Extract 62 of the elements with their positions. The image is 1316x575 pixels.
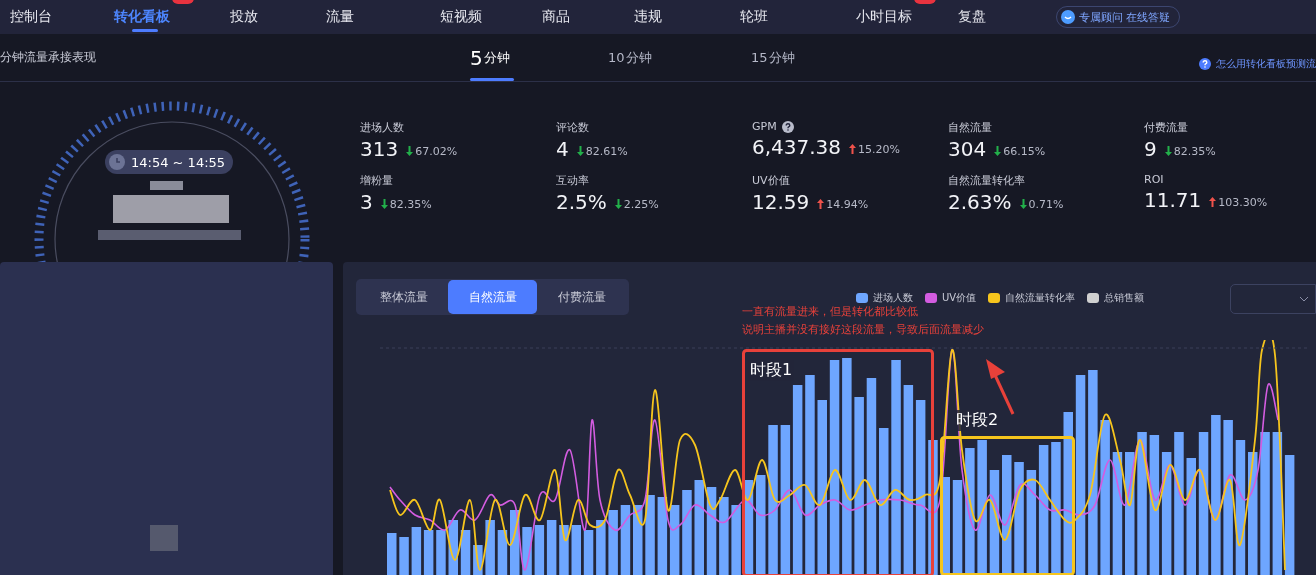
help-icon[interactable] (781, 120, 794, 133)
metric-change: 82.61% (576, 144, 628, 158)
annotation-text: 一直有流量进来，但是转化都比较低 (742, 304, 919, 319)
metric-value: 304 (948, 137, 987, 161)
metric-change: 82.35% (380, 197, 432, 211)
metric-label: 进场人数 (360, 120, 404, 135)
interval-tab[interactable]: 10分钟 (608, 34, 751, 81)
legend-label[interactable]: 总销售额 (1104, 291, 1145, 305)
nav-tab[interactable]: 投放 (230, 8, 258, 26)
metric-label: 互动率 (556, 173, 589, 188)
metric-change: 103.30% (1209, 195, 1268, 209)
legend-label[interactable]: 自然流量转化率 (1005, 291, 1076, 305)
legend-label[interactable]: 进场人数 (873, 291, 913, 305)
clock-icon (109, 154, 125, 170)
nav-tab[interactable]: 违规 (634, 8, 662, 26)
metric-change: 0.71% (1019, 197, 1064, 211)
metric-value: 3 (360, 190, 373, 214)
metric-value: 4 (556, 137, 569, 161)
metric-change: 82.35% (1164, 144, 1216, 158)
interval-tab[interactable]: 15分钟 (751, 34, 894, 81)
metric-label: 自然流量转化率 (948, 173, 1025, 188)
help-icon (1199, 58, 1211, 70)
metric-change: 2.25% (614, 197, 659, 211)
traffic-tab[interactable]: 付费流量 (537, 280, 626, 314)
metric-change: 67.02% (406, 144, 458, 158)
metric-change: 66.15% (994, 144, 1046, 158)
nav-tab[interactable]: 流量 (326, 8, 354, 26)
metric-value: 11.71 (1144, 188, 1202, 212)
metric-value: 12.59 (752, 190, 810, 214)
chat-bubble-icon (1061, 10, 1075, 24)
metric-label: 自然流量 (948, 120, 992, 135)
metric-value: 313 (360, 137, 399, 161)
metric-label: UV价值 (752, 173, 790, 188)
active-tab-indicator (132, 29, 158, 32)
legend-label[interactable]: UV价值 (942, 291, 977, 305)
traffic-tab[interactable]: 整体流量 (359, 280, 448, 314)
help-link[interactable]: 怎么用转化看板预测流 (1199, 57, 1316, 71)
metric-label: GPM (752, 120, 777, 133)
metric-label: 付费流量 (1144, 120, 1188, 135)
nav-tab[interactable]: 转化看板 (114, 8, 170, 26)
nav-tab[interactable]: 小时目标 (856, 8, 912, 26)
nav-tab[interactable]: 轮班 (740, 8, 768, 26)
metric-change: 14.94% (817, 197, 869, 211)
nav-tab[interactable]: 控制台 (10, 8, 52, 26)
metric-value: 6,437.38 (752, 135, 842, 159)
annotation-text: 说明主播并没有接好这段流量，导致后面流量减少 (742, 322, 984, 337)
metric-label: ROI (1144, 173, 1164, 186)
section-title: 分钟流量承接表现 (0, 49, 97, 66)
metric-value: 9 (1144, 137, 1157, 161)
time-range-pill: 14:54 ~ 14:55 (105, 150, 234, 174)
nav-tab[interactable]: 商品 (542, 8, 570, 26)
nav-tab[interactable]: 短视频 (440, 8, 482, 26)
metric-label: 增粉量 (360, 173, 393, 188)
blurred-thumbnail (150, 525, 178, 551)
blurred-label (150, 181, 183, 190)
metric-value: 2.5% (556, 190, 607, 214)
metric-change: 15.20% (849, 142, 900, 156)
traffic-tab[interactable]: 自然流量 (448, 280, 537, 314)
nav-tab[interactable]: 复盘 (958, 8, 986, 26)
metric-value: 2.63% (948, 190, 1012, 214)
chevron-down-icon (1299, 296, 1309, 302)
metric-label: 评论数 (556, 120, 589, 135)
